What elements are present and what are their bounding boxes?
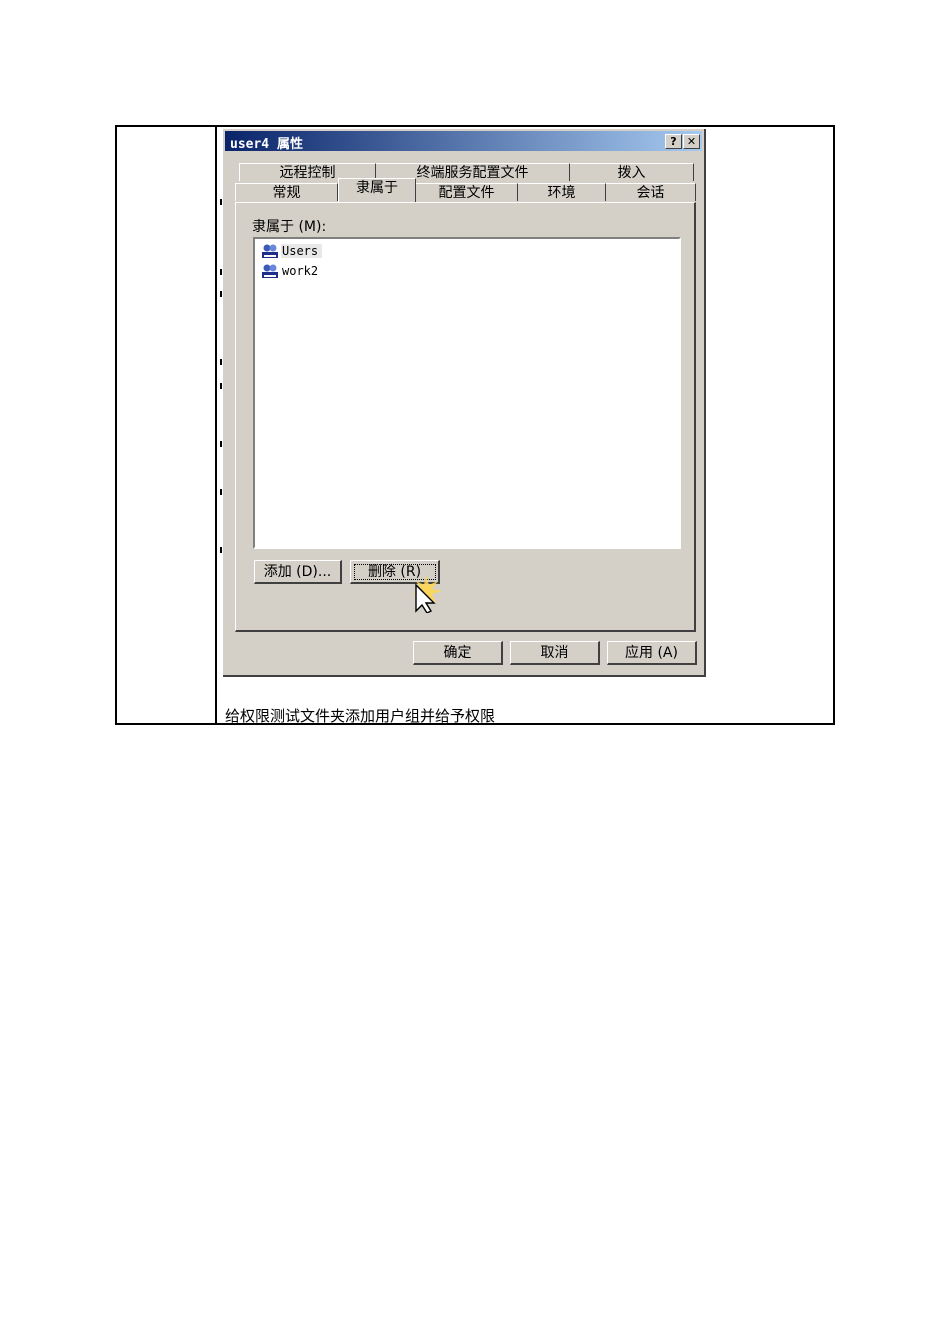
list-item-work2[interactable]: work2 [261, 262, 322, 280]
help-button[interactable]: ? [665, 134, 682, 149]
group-icon [262, 264, 278, 278]
properties-dialog: user4 属性 ? ✕ 远程控制 终端服务配置文件 拨入 常规 隶属于 配置文… [220, 129, 706, 677]
tab-profile[interactable]: 配置文件 [416, 183, 518, 201]
add-button[interactable]: 添加 (D)... [254, 560, 342, 584]
member-of-label: 隶属于 (M): [252, 219, 327, 235]
tab-dial-in[interactable]: 拨入 [570, 163, 694, 181]
tab-general[interactable]: 常规 [235, 183, 338, 201]
table-column-divider [215, 127, 217, 723]
ok-button[interactable]: 确定 [413, 641, 503, 665]
member-name: Users [281, 244, 323, 258]
group-icon [262, 244, 278, 258]
cancel-button[interactable]: 取消 [510, 641, 600, 665]
dialog-title: user4 属性 [230, 137, 303, 152]
list-item-users[interactable]: Users [261, 242, 323, 260]
member-list[interactable]: Users work2 [253, 237, 681, 549]
figure-caption: 给权限测试文件夹添加用户组并给予权限 [225, 707, 496, 725]
dialog-titlebar[interactable]: user4 属性 ? ✕ [225, 131, 702, 152]
close-button[interactable]: ✕ [683, 134, 700, 149]
click-cursor-icon [413, 575, 442, 613]
tab-sessions[interactable]: 会话 [606, 183, 696, 201]
tab-member-of[interactable]: 隶属于 [338, 178, 416, 202]
tab-environment[interactable]: 环境 [518, 183, 606, 201]
member-name: work2 [282, 264, 319, 278]
left-edge-artifacts [220, 199, 225, 619]
apply-button[interactable]: 应用 (A) [607, 641, 697, 665]
